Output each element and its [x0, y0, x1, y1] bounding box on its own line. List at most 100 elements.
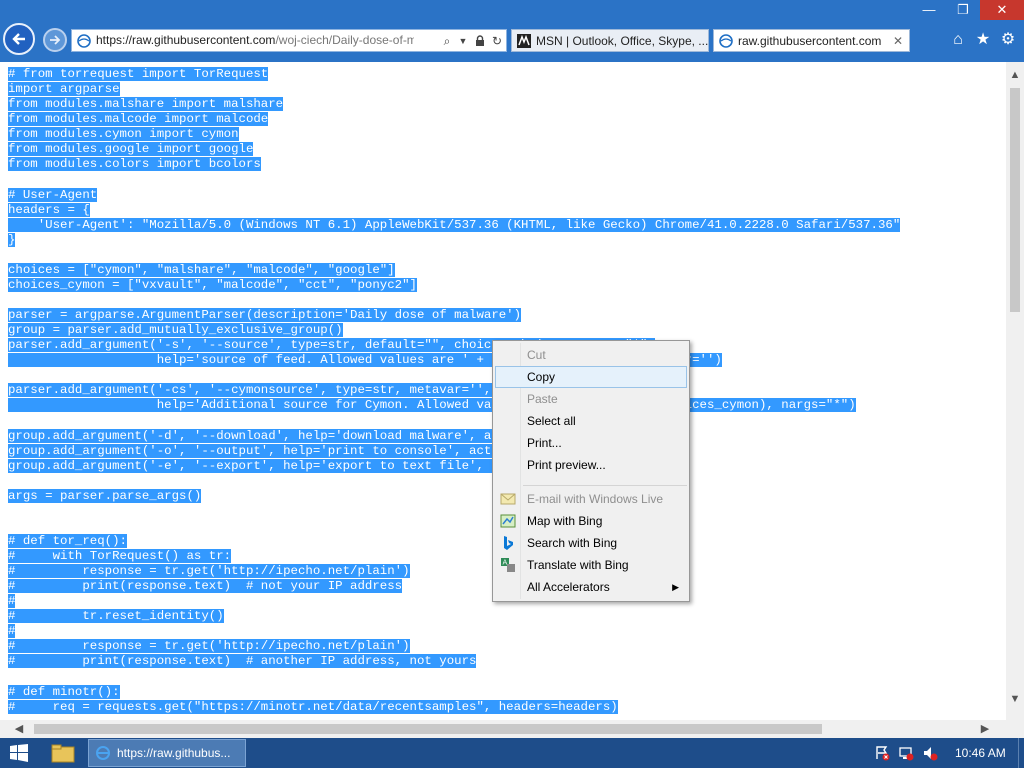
minimize-button[interactable]: —: [912, 0, 946, 20]
restore-button[interactable]: ❐: [946, 0, 980, 20]
menu-item-copy[interactable]: Copy: [495, 366, 687, 388]
code-line: import argparse: [8, 82, 900, 97]
page-icon: [77, 34, 91, 48]
address-bar[interactable]: https://raw.githubusercontent.com/woj-ci…: [71, 29, 507, 52]
scroll-up-icon[interactable]: ▲: [1006, 66, 1024, 84]
tab-raw-github[interactable]: raw.githubusercontent.com ✕: [713, 29, 910, 52]
menu-item-label: Copy: [527, 370, 556, 384]
taskbar: https://raw.githubus... 10:46 AM: [0, 738, 1024, 768]
selected-text: # def tor_req():: [8, 533, 127, 548]
menu-item-print-preview[interactable]: Print preview...: [495, 454, 687, 476]
lock-icon[interactable]: [473, 33, 487, 49]
gear-icon[interactable]: ⚙: [998, 30, 1018, 50]
code-line: # response = tr.get('http://ipecho.net/p…: [8, 639, 900, 654]
code-line: group.add_argument('-e', '--export', hel…: [8, 458, 900, 474]
code-text: # from torrequest import TorRequest impor…: [8, 67, 901, 715]
selected-text: group = parser.add_mutually_exclusive_gr…: [8, 323, 343, 338]
show-desktop-button[interactable]: [1018, 738, 1024, 768]
menu-item-label: E-mail with Windows Live: [527, 492, 664, 506]
network-icon[interactable]: [898, 745, 914, 761]
code-line: parser.add_argument('-cs', '--cymonsourc…: [8, 383, 900, 398]
code-line: #: [8, 594, 900, 609]
search-icon[interactable]: ⌕: [440, 33, 454, 49]
selected-text: help='Additional source for Cymon. Allow…: [8, 398, 856, 413]
tab-msn[interactable]: MSN | Outlook, Office, Skype, ...: [511, 29, 709, 52]
code-line: choices = ["cymon", "malshare", "malcode…: [8, 262, 900, 278]
context-menu: Cut Copy Paste Select all Print... Print…: [492, 340, 690, 602]
code-line: # print(response.text) # not your IP add…: [8, 579, 900, 594]
action-center-icon[interactable]: [874, 745, 890, 761]
code-line: 'User-Agent': "Mozilla/5.0 (Windows NT 6…: [8, 217, 901, 233]
windows-start-icon[interactable]: [9, 743, 29, 763]
menu-item-all-accelerators[interactable]: All Accelerators ▶: [495, 576, 687, 598]
menu-item-map-with-bing[interactable]: Map with Bing: [495, 510, 687, 532]
selected-text: # User-Agent: [8, 187, 98, 202]
scroll-right-icon[interactable]: ▶: [976, 720, 994, 738]
menu-item-label: Paste: [527, 392, 558, 406]
dropdown-icon[interactable]: ▼: [456, 33, 470, 49]
menu-item-search-with-bing[interactable]: Search with Bing: [495, 532, 687, 554]
vertical-scroll-thumb[interactable]: [1010, 88, 1020, 312]
selected-text: from modules.malshare import malshare: [8, 97, 284, 112]
selected-text: # with TorRequest() as tr:: [8, 549, 232, 563]
msn-icon: [517, 34, 531, 48]
back-button[interactable]: [3, 23, 35, 55]
forward-button[interactable]: [43, 28, 67, 52]
favorites-star-icon[interactable]: ★: [973, 30, 993, 50]
ie-icon: [96, 746, 110, 760]
menu-item-label: Map with Bing: [527, 514, 603, 528]
selected-text: }: [8, 232, 16, 247]
menu-item-label: Print...: [527, 436, 562, 450]
selected-text: # response = tr.get('http://ipecho.net/p…: [8, 564, 410, 579]
selected-text: from modules.colors import bcolors: [8, 157, 261, 172]
code-line: }: [8, 232, 900, 248]
menu-item-paste[interactable]: Paste: [495, 388, 687, 410]
code-line: parser = argparse.ArgumentParser(descrip…: [8, 308, 900, 323]
close-window-button[interactable]: ✕: [980, 0, 1024, 20]
vertical-scrollbar[interactable]: ▲ ▼: [1006, 62, 1024, 720]
menu-item-cut[interactable]: Cut: [495, 344, 687, 366]
code-line: group = parser.add_mutually_exclusive_gr…: [8, 323, 900, 338]
code-line: help='source of feed. Allowed values are…: [8, 353, 900, 368]
menu-item-select-all[interactable]: Select all: [495, 410, 687, 432]
map-icon: [500, 514, 516, 528]
selected-text: parser = argparse.ArgumentParser(descrip…: [8, 308, 522, 322]
taskbar-ie-button[interactable]: https://raw.githubus...: [88, 739, 246, 767]
tab-label: raw.githubusercontent.com: [738, 34, 882, 48]
clock[interactable]: 10:46 AM: [955, 746, 1006, 760]
scroll-left-icon[interactable]: ◀: [10, 720, 28, 738]
forward-arrow-icon: [50, 35, 61, 45]
horizontal-scroll-thumb[interactable]: [34, 724, 822, 734]
code-line: from modules.malcode import malcode: [8, 112, 900, 127]
url-domain: https://raw.githubusercontent.com: [96, 33, 276, 47]
refresh-icon[interactable]: ↻: [490, 33, 504, 49]
code-line: from modules.malshare import malshare: [8, 97, 900, 112]
url-text[interactable]: https://raw.githubusercontent.com/woj-ci…: [96, 33, 414, 49]
horizontal-scrollbar[interactable]: ◀ ▶: [0, 720, 1006, 738]
selected-text: #: [8, 594, 16, 609]
menu-item-print[interactable]: Print...: [495, 432, 687, 454]
volume-muted-icon[interactable]: [922, 745, 938, 761]
file-explorer-icon[interactable]: [50, 741, 76, 765]
selected-text: from modules.google import google: [8, 142, 254, 157]
translate-icon: A: [501, 558, 515, 572]
code-line: # with TorRequest() as tr:: [8, 549, 900, 564]
selected-text: 'User-Agent': "Mozilla/5.0 (Windows NT 6…: [8, 217, 901, 232]
close-tab-icon[interactable]: ✕: [893, 30, 903, 51]
code-line: from modules.cymon import cymon: [8, 127, 900, 142]
home-icon[interactable]: ⌂: [948, 30, 968, 50]
code-line: # User-Agent: [8, 187, 900, 203]
browser-toolbar: — ❐ ✕ https://raw.githubusercontent.com/…: [0, 0, 1024, 62]
menu-item-label: Print preview...: [527, 458, 606, 472]
selected-text: # def minotr():: [8, 684, 120, 699]
menu-item-translate-with-bing[interactable]: A Translate with Bing: [495, 554, 687, 576]
code-line: #: [8, 624, 900, 639]
menu-item-label: All Accelerators: [527, 580, 610, 594]
scroll-down-icon[interactable]: ▼: [1006, 690, 1024, 708]
menu-item-email-windows-live[interactable]: E-mail with Windows Live: [495, 488, 687, 510]
selected-text: choices = ["cymon", "malshare", "malcode…: [8, 262, 395, 277]
